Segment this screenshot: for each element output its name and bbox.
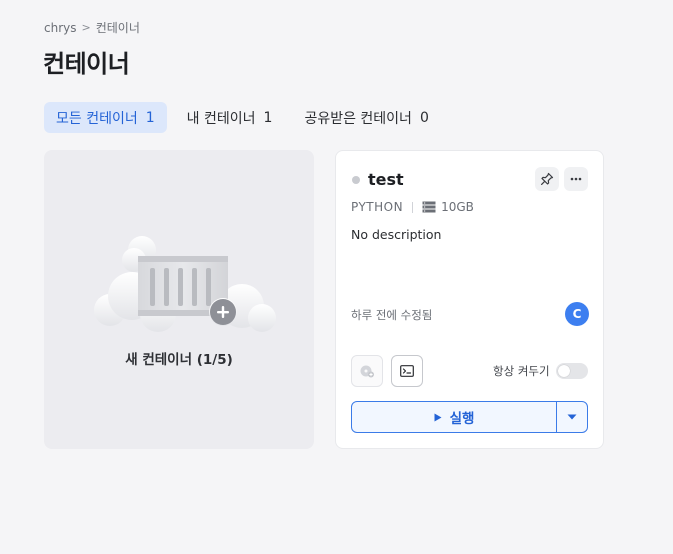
modified-time: 하루 전에 수정됨	[351, 308, 433, 322]
page-title: 컨테이너	[43, 50, 130, 78]
pin-icon	[541, 172, 554, 185]
attach-disk-button[interactable]	[351, 355, 383, 387]
run-button[interactable]: 실행	[352, 402, 556, 432]
filter-tabs: 모든 컨테이너 1 내 컨테이너 1 공유받은 컨테이너 0	[44, 102, 441, 133]
tab-count: 0	[419, 109, 429, 126]
storage-icon	[422, 201, 436, 213]
pin-button[interactable]	[535, 167, 559, 191]
storage-size: 10GB	[441, 200, 474, 214]
breadcrumb-root[interactable]: chrys	[44, 21, 77, 35]
tab-label: 모든 컨테이너	[56, 110, 138, 127]
status-indicator	[352, 175, 360, 184]
always-on-control: 항상 켜두기	[493, 363, 588, 379]
run-button-group: 실행	[351, 401, 588, 433]
toggle-knob	[557, 365, 570, 377]
container-header: test	[352, 170, 404, 189]
more-horizontal-icon	[570, 177, 582, 181]
tab-my-containers[interactable]: 내 컨테이너 1	[175, 102, 285, 133]
play-icon	[434, 413, 442, 421]
more-options-button[interactable]	[564, 167, 588, 191]
breadcrumb-separator: >	[81, 21, 91, 34]
new-container-label: 새 컨테이너 (1/5)	[125, 352, 233, 368]
tab-count: 1	[263, 109, 273, 126]
tab-shared-containers[interactable]: 공유받은 컨테이너 0	[292, 102, 440, 133]
always-on-toggle[interactable]	[555, 363, 588, 379]
meta-divider	[412, 201, 414, 213]
container-cloud-illustration	[94, 236, 276, 332]
language-label: PYTHON	[351, 200, 404, 214]
tab-count: 1	[145, 109, 155, 126]
new-container-card[interactable]: 새 컨테이너 (1/5)	[44, 150, 314, 449]
owner-avatar[interactable]: C	[565, 302, 589, 326]
container-meta: PYTHON 10GB	[351, 200, 474, 214]
storage-info: 10GB	[422, 200, 474, 214]
run-options-dropdown[interactable]	[556, 402, 587, 432]
tab-all-containers[interactable]: 모든 컨테이너 1	[44, 102, 167, 133]
disc-plus-icon	[360, 365, 374, 378]
tab-label: 공유받은 컨테이너	[304, 110, 412, 127]
breadcrumb: chrys > 컨테이너	[44, 19, 140, 36]
container-name: test	[368, 170, 404, 189]
container-card[interactable]: test PYTHON 10GB No description 하루 전에 수정…	[335, 150, 604, 449]
run-label: 실행	[449, 411, 475, 427]
container-description: No description	[351, 227, 442, 242]
terminal-button[interactable]	[391, 355, 423, 387]
breadcrumb-current: 컨테이너	[95, 21, 140, 35]
terminal-icon	[400, 365, 414, 377]
caret-down-icon	[567, 414, 577, 420]
always-on-label: 항상 켜두기	[493, 364, 550, 378]
tab-label: 내 컨테이너	[186, 110, 256, 127]
